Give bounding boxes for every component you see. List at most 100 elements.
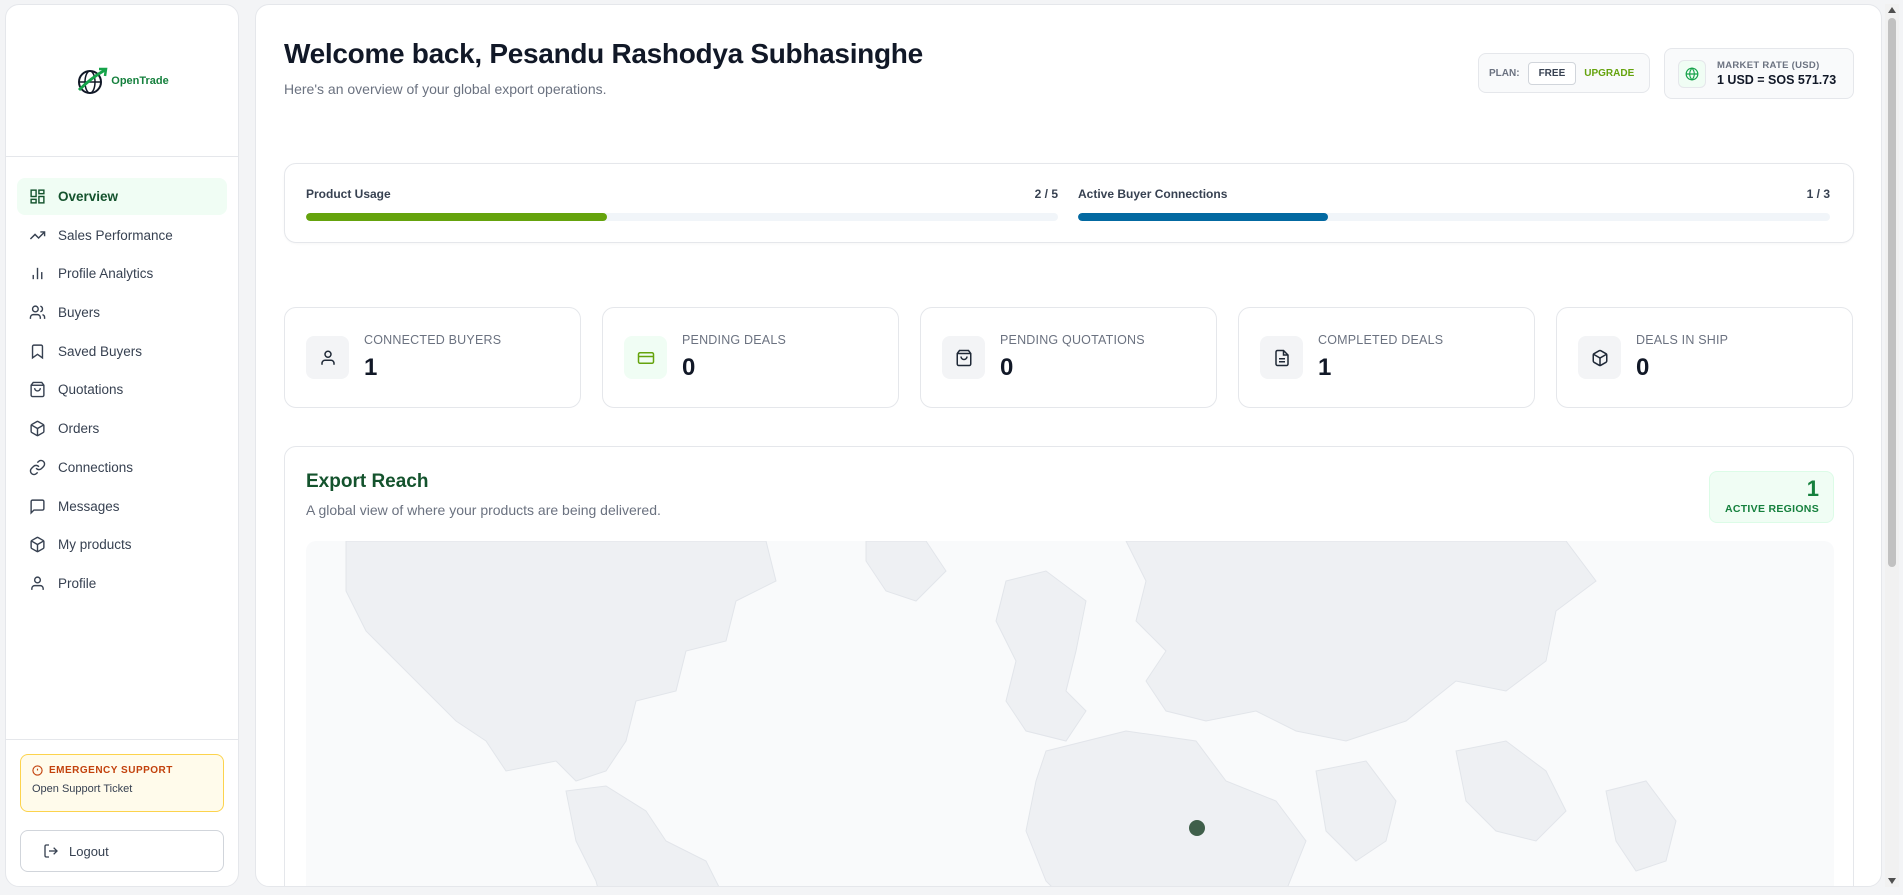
stat-label: COMPLETED DEALS [1318,333,1444,347]
stat-card-pending-deals[interactable]: PENDING DEALS 0 [602,307,899,408]
sidebar-item-sales-performance[interactable]: Sales Performance [17,217,227,254]
users-icon [29,305,46,319]
buyer-connections-label: Active Buyer Connections [1078,187,1228,201]
sidebar-item-connections[interactable]: Connections [17,449,227,486]
upgrade-link[interactable]: UPGRADE [1584,68,1634,79]
bar-chart-icon [32,268,43,280]
stat-card-completed-deals[interactable]: COMPLETED DEALS 1 [1238,307,1535,408]
message-icon [30,498,45,515]
credit-card-icon [624,336,667,379]
sidebar-item-label: Buyers [58,305,101,321]
active-regions-badge: 1 ACTIVE REGIONS [1709,471,1834,523]
stat-label: PENDING QUOTATIONS [1000,333,1145,347]
product-usage-fill [306,213,607,221]
rate-text: MARKET RATE (USD) 1 USD = SOS 571.73 [1717,60,1836,87]
user-icon [31,576,44,590]
package-icon [1578,336,1621,379]
stat-value: 0 [1000,354,1014,381]
usage-card: Product Usage 2 / 5 Active Buyer Connect… [284,163,1854,243]
plan-label: PLAN: [1489,67,1520,79]
emergency-support-box[interactable]: EMERGENCY SUPPORT Open Support Ticket [20,754,224,812]
active-regions-label: ACTIVE REGIONS [1724,503,1819,516]
scroll-thumb[interactable] [1888,18,1896,567]
shopping-bag-icon [942,336,985,379]
sidebar-item-label: Profile Analytics [58,266,154,282]
sidebar-footer: EMERGENCY SUPPORT Open Support Ticket Lo… [6,739,238,886]
sidebar-item-messages[interactable]: Messages [17,488,227,525]
support-title: EMERGENCY SUPPORT [32,765,212,776]
market-rate-box: MARKET RATE (USD) 1 USD = SOS 571.73 [1664,48,1854,99]
user-icon [306,336,349,379]
logout-icon [44,844,58,858]
rate-value: 1 USD = SOS 571.73 [1717,73,1837,87]
buyer-connections-usage: Active Buyer Connections 1 / 3 [1078,187,1830,221]
buyer-connections-fill [1078,213,1329,221]
sidebar-item-orders[interactable]: Orders [17,410,227,447]
sidebar-item-label: Profile [58,575,97,591]
sidebar-item-label: Saved Buyers [58,343,143,359]
file-text-icon [1260,336,1303,379]
link-icon [29,459,46,476]
logout-button[interactable]: Logout [20,830,224,872]
scroll-down-icon[interactable] [1888,878,1896,884]
stat-value: 0 [682,354,696,381]
product-usage: Product Usage 2 / 5 [306,187,1058,221]
sidebar-item-label: Overview [58,189,119,204]
logo-area: OpenTrade [6,5,238,157]
main-content: Welcome back, Pesandu Rashodya Subhasing… [255,4,1882,887]
scroll-up-icon[interactable] [1888,7,1896,13]
stat-label: DEALS IN SHIP [1636,333,1729,347]
trending-up-icon [29,230,46,240]
sidebar-item-profile[interactable]: Profile [17,565,227,602]
page-subtitle: Here's an overview of your global export… [284,81,607,97]
plan-badge: FREE [1527,61,1577,85]
package-icon [30,420,45,437]
stat-card-pending-quotations[interactable]: PENDING QUOTATIONS 0 [920,307,1217,408]
sidebar-item-label: Quotations [58,382,124,398]
page-title: Welcome back, Pesandu Rashodya Subhasing… [284,38,923,69]
stat-label: PENDING DEALS [682,333,787,347]
box-icon [30,536,45,553]
sidebar-item-label: Messages [58,498,120,514]
product-usage-label: Product Usage [306,187,391,201]
globe-logo-icon [78,67,108,94]
stat-value: 1 [1318,354,1332,381]
brand-name: OpenTrade [111,74,169,87]
page-scrollbar[interactable] [1885,4,1899,887]
sidebar-nav: Overview Sales Performance Profile Analy… [6,157,238,602]
sidebar-item-profile-analytics[interactable]: Profile Analytics [17,255,227,292]
region-marker[interactable] [1187,818,1207,838]
sidebar-item-quotations[interactable]: Quotations [17,371,227,408]
world-map[interactable] [306,541,1834,886]
buyer-connections-value: 1 / 3 [1806,187,1830,201]
sidebar-item-saved-buyers[interactable]: Saved Buyers [17,333,227,370]
buyer-connections-track [1078,213,1830,221]
sidebar-item-label: Orders [58,421,100,437]
product-usage-value: 2 / 5 [1034,187,1058,201]
stat-value: 1 [364,354,378,381]
rate-icon-box [1678,59,1706,88]
sidebar-item-buyers[interactable]: Buyers [17,294,227,331]
world-map-svg [345,541,1677,886]
bookmark-icon [31,344,44,360]
grid-icon [30,189,45,204]
sidebar-item-overview[interactable]: Overview [17,178,227,215]
stat-card-deals-in-ship[interactable]: DEALS IN SHIP 0 [1556,307,1853,408]
sidebar-item-my-products[interactable]: My products [17,526,227,563]
alert-circle-icon [32,765,43,776]
brand-logo[interactable]: OpenTrade [75,66,169,96]
product-usage-track [306,213,1058,221]
stat-label: CONNECTED BUYERS [364,333,502,347]
open-support-ticket-link[interactable]: Open Support Ticket [32,783,212,795]
export-reach-subtitle: A global view of where your products are… [306,502,661,518]
plan-box: PLAN: FREE UPGRADE [1478,53,1650,93]
sidebar-item-label: My products [58,537,132,553]
rate-label: MARKET RATE (USD) [1717,60,1820,71]
export-reach-title: Export Reach [306,471,429,492]
sidebar: OpenTrade Overview Sales Performance Pro… [5,4,239,887]
sidebar-item-label: Sales Performance [58,227,173,243]
active-regions-count: 1 [1806,476,1819,501]
stat-value: 0 [1636,354,1650,381]
sidebar-item-label: Connections [58,459,134,475]
stat-card-connected-buyers[interactable]: CONNECTED BUYERS 1 [284,307,581,408]
